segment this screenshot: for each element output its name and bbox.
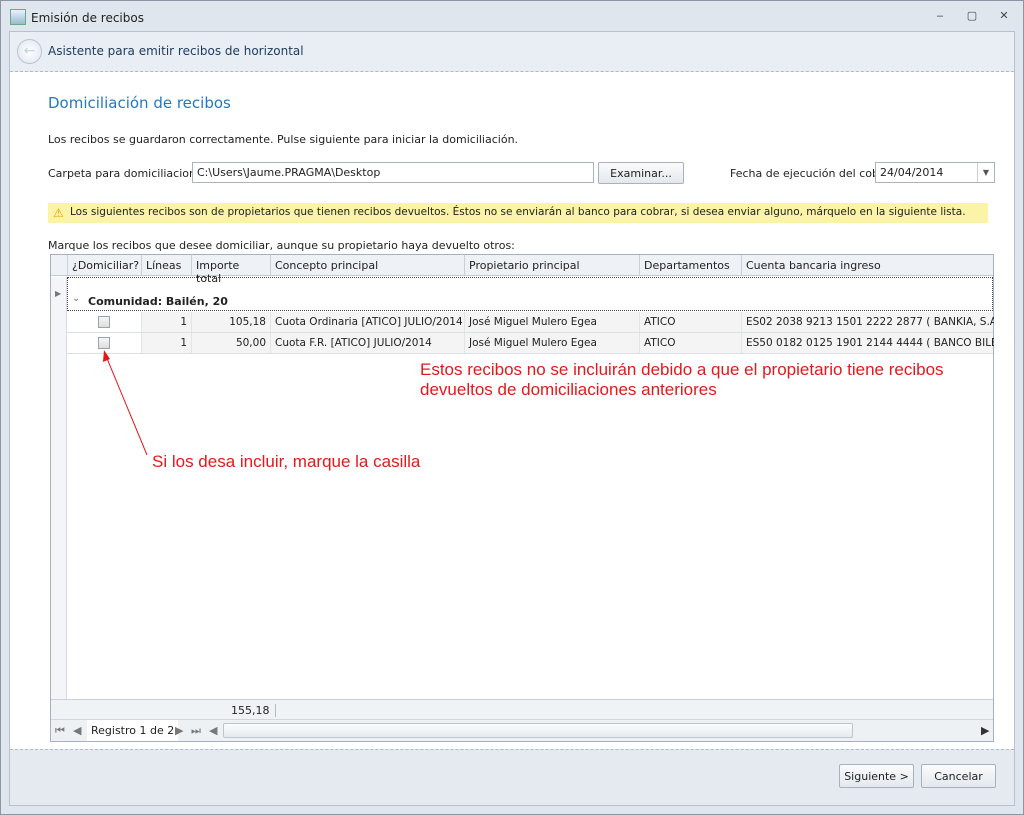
annotation-arrow bbox=[103, 350, 148, 456]
